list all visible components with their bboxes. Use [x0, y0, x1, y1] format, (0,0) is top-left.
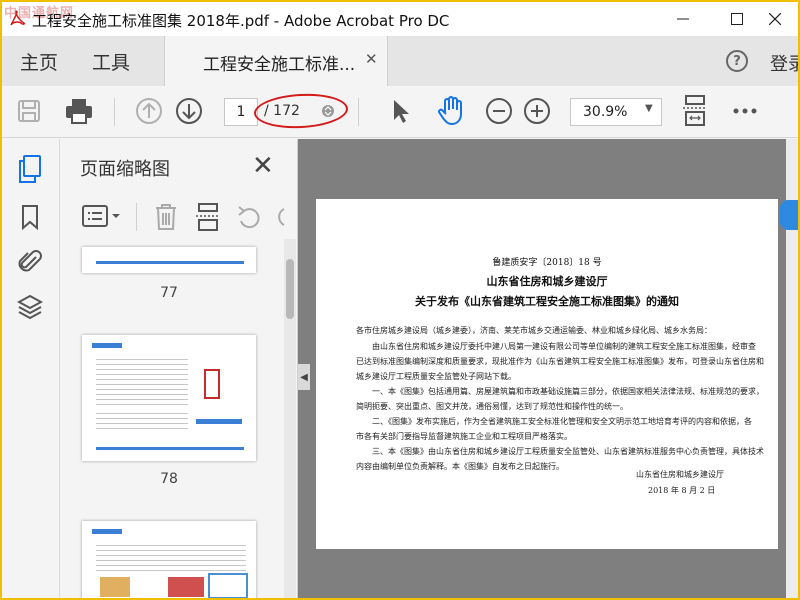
- previous-page-button[interactable]: [134, 96, 164, 126]
- navigation-rail: [2, 139, 60, 598]
- page-number-input[interactable]: 1: [224, 98, 258, 126]
- thumbnail-content: [168, 577, 204, 597]
- document-reference: 鲁建质安字〔2018〕18 号: [492, 258, 602, 268]
- print-button[interactable]: [64, 96, 94, 126]
- more-tools-button[interactable]: [730, 96, 760, 126]
- toolbar-divider: [114, 98, 115, 126]
- thumbnail-content: [96, 541, 246, 571]
- panel-scrollbar-thumb[interactable]: [286, 259, 294, 319]
- document-paragraph: 各市住房城乡建设局（城乡建委），济南、莱芜市城乡交通运输委、林业和城乡绿化局、城…: [356, 326, 712, 335]
- menu-bar: 主页 工具 工程安全施工标准... ✕ ? 登录: [2, 36, 798, 86]
- document-paragraph: 由山东省住房和城乡建设厅委托中建八局第一建设有限公司等单位编制的建筑工程安全施工…: [356, 342, 756, 351]
- panel-title: 页面缩略图: [80, 159, 170, 180]
- document-paragraph: 已达到标准图集编制深度和质量要求，现批准作为《山东省建筑工程安全施工标准图集》发…: [356, 357, 764, 366]
- panel-toolbar-divider: [136, 203, 137, 231]
- hand-icon: [438, 96, 462, 126]
- document-paragraph: 城乡建设厅工程质量安全监管处子网站下载。: [356, 372, 516, 381]
- panel-close-icon[interactable]: ✕: [252, 151, 274, 181]
- document-notice-title: 关于发布《山东省建筑工程安全施工标准图集》的通知: [415, 295, 679, 308]
- plus-circle-icon: [524, 98, 550, 124]
- page-thumbnails-button[interactable]: [16, 155, 44, 183]
- thumbnail-content: [96, 447, 244, 450]
- arrow-down-circle-icon: [176, 98, 202, 124]
- minimize-icon: [677, 18, 689, 20]
- document-paragraph: 一、本《图集》包括通用篇、房屋建筑篇和市政基础设施篇三部分，依据国家相关法律法规…: [356, 387, 764, 396]
- paperclip-icon: [18, 250, 42, 272]
- page-thumbnail[interactable]: [82, 521, 256, 598]
- thumbnail-content: [196, 419, 242, 424]
- minimize-button[interactable]: [660, 2, 706, 36]
- bookmark-icon: [22, 205, 38, 230]
- save-button[interactable]: [14, 96, 44, 126]
- page-thumbnails-icon: [19, 155, 41, 183]
- page-thumbnail[interactable]: [82, 247, 256, 273]
- main-toolbar: 1 / 172 30.9% ▼: [2, 86, 798, 138]
- trash-icon[interactable]: [154, 203, 178, 231]
- thumbnail-content: [100, 577, 130, 597]
- thumbnail-panel: 页面缩略图 ✕ 77 78: [60, 139, 298, 598]
- layers-button[interactable]: [16, 293, 44, 321]
- next-page-button[interactable]: [174, 96, 204, 126]
- zoom-level-value: 30.9%: [583, 104, 628, 120]
- maximize-icon: [731, 13, 743, 25]
- layers-icon: [17, 294, 43, 320]
- thumbnail-page-number: 78: [160, 471, 178, 487]
- close-window-button[interactable]: [752, 2, 798, 36]
- thumbnail-toolbar: [60, 195, 297, 239]
- select-tool-button[interactable]: [386, 96, 416, 126]
- acrobat-window: 中国通航网 工程安全施工标准图集 2018年.pdf - Adobe Acrob…: [2, 2, 798, 598]
- attachments-button[interactable]: [16, 247, 44, 275]
- document-view[interactable]: 鲁建质安字〔2018〕18 号 山东省住房和城乡建设厅 关于发布《山东省建筑工程…: [298, 139, 798, 598]
- fit-width-icon: [683, 95, 707, 126]
- thumbnail-content: [92, 529, 122, 534]
- chevron-down-icon: ▼: [645, 103, 653, 114]
- arrow-up-circle-icon: [136, 98, 162, 124]
- collapse-panel-button[interactable]: ◀: [298, 364, 310, 390]
- tab-document-label: 工程安全施工标准...: [203, 55, 356, 75]
- thumbnail-content: [96, 409, 188, 433]
- panel-scrollbar[interactable]: [284, 239, 296, 598]
- document-paragraph: 简明扼要、突出重点、图文并茂，通俗易懂，达到了规范性和操作性的统一。: [356, 402, 628, 411]
- toolbar-divider: [358, 98, 359, 126]
- document-org-heading: 山东省住房和城乡建设厅: [486, 275, 608, 288]
- document-paragraph: 二、《图集》发布实施后，作为全省建筑施工安全标准化管理和安全文明示范工地培育考评…: [356, 417, 752, 426]
- thumbnail-content: [208, 573, 248, 598]
- menu-home[interactable]: 主页: [20, 48, 58, 75]
- page-thumbnail[interactable]: [82, 335, 256, 461]
- more-horizontal-icon: [733, 108, 757, 114]
- document-paragraph: 市各有关部门要指导监督建筑施工企业和工程项目严格落实。: [356, 432, 572, 441]
- document-signature-org: 山东省住房和城乡建设厅: [636, 470, 724, 479]
- redo-rotate-icon[interactable]: [276, 205, 286, 229]
- thumbnail-content: [96, 261, 244, 264]
- login-link[interactable]: 登录: [770, 50, 798, 76]
- zoom-out-button[interactable]: [484, 96, 514, 126]
- zoom-level-select[interactable]: 30.9% ▼: [570, 98, 662, 126]
- thumbnail-content: [92, 343, 122, 348]
- bookmarks-button[interactable]: [16, 203, 44, 231]
- close-icon: [769, 13, 781, 25]
- menu-tools[interactable]: 工具: [92, 48, 130, 75]
- title-bar: 中国通航网 工程安全施工标准图集 2018年.pdf - Adobe Acrob…: [2, 2, 798, 36]
- insert-page-icon[interactable]: [196, 203, 220, 231]
- zoom-in-button[interactable]: [522, 96, 552, 126]
- tab-close-icon[interactable]: ✕: [365, 50, 378, 68]
- minus-circle-icon: [486, 98, 512, 124]
- printer-icon: [66, 99, 92, 124]
- options-menu-icon[interactable]: [82, 205, 122, 227]
- thumbnail-content: [204, 369, 220, 399]
- thumbnail-page-number: 77: [160, 285, 178, 301]
- window-title: 工程安全施工标准图集 2018年.pdf - Adobe Acrobat Pro…: [32, 12, 450, 30]
- save-icon: [18, 100, 40, 122]
- document-signature-date: 2018 年 8 月 2 日: [648, 486, 716, 495]
- document-paragraph: 三、本《图集》由山东省住房和城乡建设厅工程质量安全监管处、山东省建筑标准服务中心…: [356, 447, 764, 456]
- hand-tool-button[interactable]: [436, 96, 466, 126]
- help-icon[interactable]: ?: [726, 50, 748, 72]
- page-fit-button[interactable]: [680, 95, 710, 126]
- cursor-arrow-icon: [394, 100, 409, 123]
- side-panel-toggle[interactable]: [780, 200, 798, 230]
- undo-rotate-icon[interactable]: [236, 205, 262, 229]
- tab-document[interactable]: 工程安全施工标准... ✕: [164, 36, 388, 86]
- thumbnail-content: [96, 355, 188, 407]
- pdf-page: 鲁建质安字〔2018〕18 号 山东省住房和城乡建设厅 关于发布《山东省建筑工程…: [316, 199, 778, 549]
